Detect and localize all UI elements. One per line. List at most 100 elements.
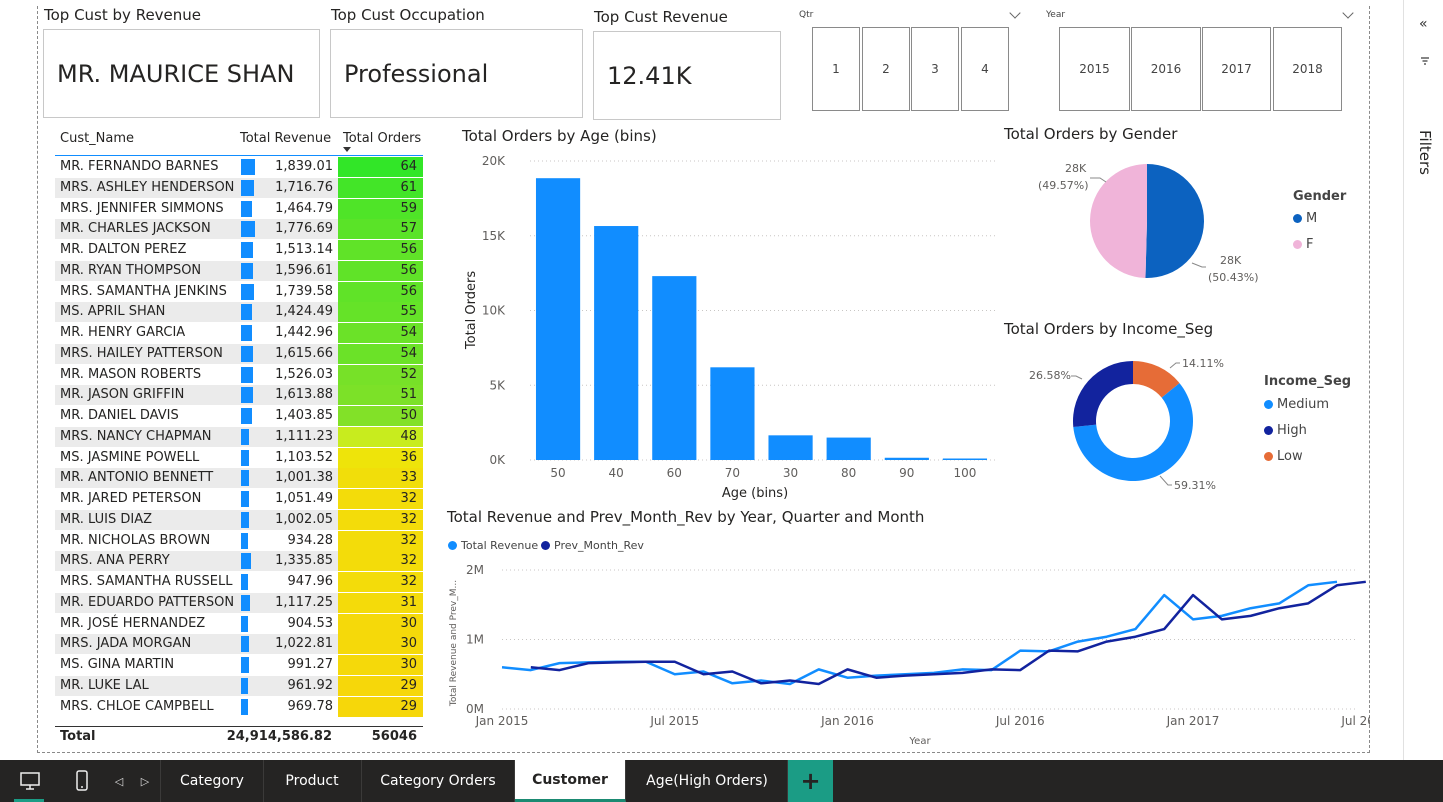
- table-row[interactable]: MR. LUKE LAL 961.92 29: [55, 675, 423, 696]
- bar-50[interactable]: [535, 178, 581, 460]
- table-row[interactable]: MRS. SAMANTHA RUSSELL 947.96 32: [55, 572, 423, 592]
- table-row[interactable]: MR. MASON ROBERTS 1,526.03 52: [55, 364, 423, 385]
- tab-category-orders[interactable]: Category Orders: [362, 760, 515, 802]
- revenue-databar: [241, 470, 249, 487]
- filters-label[interactable]: Filters: [1416, 130, 1434, 175]
- year-option-2018[interactable]: 2018: [1273, 27, 1342, 111]
- tab-age-high-orders[interactable]: Age(High Orders): [627, 760, 788, 802]
- income-legend-item-high[interactable]: High: [1264, 423, 1307, 438]
- revenue-databar: [241, 574, 249, 590]
- qtr-option-4[interactable]: 4: [961, 27, 1009, 111]
- y-axis-label: Total Revenue and Prev_M...: [449, 580, 459, 707]
- bar-40[interactable]: [594, 226, 639, 460]
- table-row[interactable]: MS. APRIL SHAN 1,424.49 55: [55, 302, 423, 323]
- table-row[interactable]: MR. EDUARDO PATTERSON 1,117.25 31: [55, 592, 423, 613]
- total-orders-value: 54: [400, 345, 417, 361]
- bar-70[interactable]: [710, 367, 755, 460]
- cust-name-cell: MRS. ANA PERRY: [60, 553, 170, 569]
- total-revenue-cell: 934.28: [287, 532, 334, 548]
- line-legend-total-revenue[interactable]: Total Revenue: [448, 539, 538, 552]
- table-row[interactable]: MR. HENRY GARCIA 1,442.96 54: [55, 323, 423, 343]
- card-top-cust-revenue[interactable]: 12.41K: [593, 31, 781, 120]
- bar-90[interactable]: [884, 457, 929, 460]
- bar-80[interactable]: [826, 437, 871, 460]
- cust-name-cell: MRS. CHLOE CAMPBELL: [60, 698, 214, 714]
- qtr-option-1[interactable]: 1: [812, 27, 860, 111]
- leader-line: [1191, 262, 1206, 268]
- table-row[interactable]: MRS. ANA PERRY 1,335.85 32: [55, 551, 423, 572]
- collapse-filters-icon[interactable]: «: [1419, 16, 1428, 32]
- total-revenue-cell: 1,424.49: [275, 304, 333, 320]
- table-header-total-revenue[interactable]: Total Revenue: [240, 131, 331, 146]
- bar-100[interactable]: [942, 458, 988, 460]
- income-legend-item-low[interactable]: Low: [1264, 449, 1303, 464]
- year-option-2016[interactable]: 2016: [1131, 27, 1201, 111]
- bar-60[interactable]: [652, 276, 697, 460]
- table-header-cust-name[interactable]: Cust_Name: [60, 131, 134, 146]
- revenue-line-chart[interactable]: 0M1M2MJan 2015 Jul 2015 Jan 2016 Jul 2016 Ja…: [440, 558, 1370, 750]
- card-top-cust-occupation[interactable]: Professional: [330, 29, 583, 118]
- table-row[interactable]: MRS. NANCY CHAPMAN 1,111.23 48: [55, 426, 423, 447]
- table-row[interactable]: MR. JOSÉ HERNANDEZ 904.53 30: [55, 613, 423, 634]
- table-row[interactable]: MR. CHARLES JACKSON 1,776.69 57: [55, 219, 423, 240]
- year-option-2015[interactable]: 2015: [1059, 27, 1130, 111]
- pie-slice-M[interactable]: [1145, 164, 1204, 278]
- tab-product[interactable]: Product: [263, 760, 362, 802]
- table-row[interactable]: MS. GINA MARTIN 991.27 30: [55, 655, 423, 675]
- card-value: MR. MAURICE SHAN: [57, 59, 295, 88]
- revenue-databar: [241, 449, 250, 466]
- total-orders-cell: 29: [338, 696, 423, 717]
- donut-slice-high[interactable]: [1073, 361, 1133, 427]
- total-orders-value: 31: [400, 594, 417, 610]
- gender-legend-item-f[interactable]: F: [1293, 237, 1313, 252]
- y-tick-label: 0K: [489, 453, 506, 467]
- table-row[interactable]: MR. JARED PETERSON 1,051.49 32: [55, 489, 423, 509]
- gender-pie-chart[interactable]: 28K (50.43%) 28K (49.57%): [1020, 150, 1280, 290]
- table-header-total-orders[interactable]: Total Orders: [343, 131, 421, 146]
- revenue-databar: [241, 636, 249, 653]
- total-revenue-cell: 1,615.66: [275, 345, 333, 361]
- table-row[interactable]: MRS. CHLOE CAMPBELL 969.78 29: [55, 696, 423, 717]
- income-legend-item-medium[interactable]: Medium: [1264, 397, 1329, 412]
- qtr-option-2[interactable]: 2: [862, 27, 910, 111]
- series-line-total-revenue[interactable]: [501, 580, 1338, 686]
- table-row[interactable]: MR. FERNANDO BARNES 1,839.01 64: [55, 157, 423, 177]
- bar-30[interactable]: [768, 435, 813, 460]
- table-row[interactable]: MRS. JENNIFER SIMMONS 1,464.79 59: [55, 198, 423, 219]
- total-revenue-cell: 961.92: [287, 677, 334, 693]
- pct-label-m: (50.43%): [1208, 271, 1259, 284]
- line-legend-prev-month-rev[interactable]: Prev_Month_Rev: [541, 539, 644, 552]
- previous-page-icon[interactable]: ◁: [110, 760, 128, 802]
- table-row[interactable]: MR. RYAN THOMPSON 1,596.61 56: [55, 260, 423, 281]
- table-row[interactable]: MR. ANTONIO BENNETT 1,001.38 33: [55, 468, 423, 489]
- table-row[interactable]: MR. LUIS DIAZ 1,002.05 32: [55, 509, 423, 530]
- desktop-view-icon[interactable]: [10, 760, 50, 802]
- series-line-prev-month-rev[interactable]: [530, 580, 1366, 686]
- table-row[interactable]: MRS. SAMANTHA JENKINS 1,739.58 56: [55, 281, 423, 302]
- table-row[interactable]: MR. NICHOLAS BROWN 934.28 32: [55, 530, 423, 551]
- tab-customer[interactable]: Customer: [515, 760, 626, 802]
- table-row[interactable]: MS. JASMINE POWELL 1,103.52 36: [55, 447, 423, 468]
- table-row[interactable]: MRS. HAILEY PATTERSON 1,615.66 54: [55, 343, 423, 364]
- table-row[interactable]: MRS. JADA MORGAN 1,022.81 30: [55, 634, 423, 655]
- pie-slice-F[interactable]: [1090, 164, 1147, 278]
- table-row[interactable]: MRS. ASHLEY HENDERSON 1,716.76 61: [55, 177, 423, 198]
- add-page-button[interactable]: +: [788, 760, 833, 802]
- table-row[interactable]: MR. DALTON PEREZ 1,513.14 56: [55, 240, 423, 260]
- tab-category[interactable]: Category: [160, 760, 264, 802]
- y-tick-label: 15K: [482, 229, 506, 243]
- x-tick-label: 70: [725, 466, 740, 480]
- table-row[interactable]: MR. DANIEL DAVIS 1,403.85 50: [55, 406, 423, 426]
- income-seg-donut-chart[interactable]: 14.11% 59.31% 26.58%: [1020, 348, 1260, 498]
- qtr-option-3[interactable]: 3: [911, 27, 959, 111]
- mobile-view-icon[interactable]: [64, 760, 100, 802]
- next-page-icon[interactable]: ▷: [136, 760, 154, 802]
- gender-legend-item-m[interactable]: M: [1293, 211, 1317, 226]
- age-bins-bar-chart[interactable]: 0K 5K 10K 15K 20K 50 40 60 70 30 80 90 100 Age (bins)…: [455, 150, 1000, 505]
- cust-name-cell: MRS. NANCY CHAPMAN: [60, 428, 212, 444]
- card-top-cust-by-revenue[interactable]: MR. MAURICE SHAN: [43, 29, 320, 118]
- year-option-2017[interactable]: 2017: [1202, 27, 1271, 111]
- table-row[interactable]: MR. JASON GRIFFIN 1,613.88 51: [55, 385, 423, 406]
- revenue-databar: [241, 532, 249, 549]
- total-revenue-cell: 1,716.76: [275, 179, 333, 195]
